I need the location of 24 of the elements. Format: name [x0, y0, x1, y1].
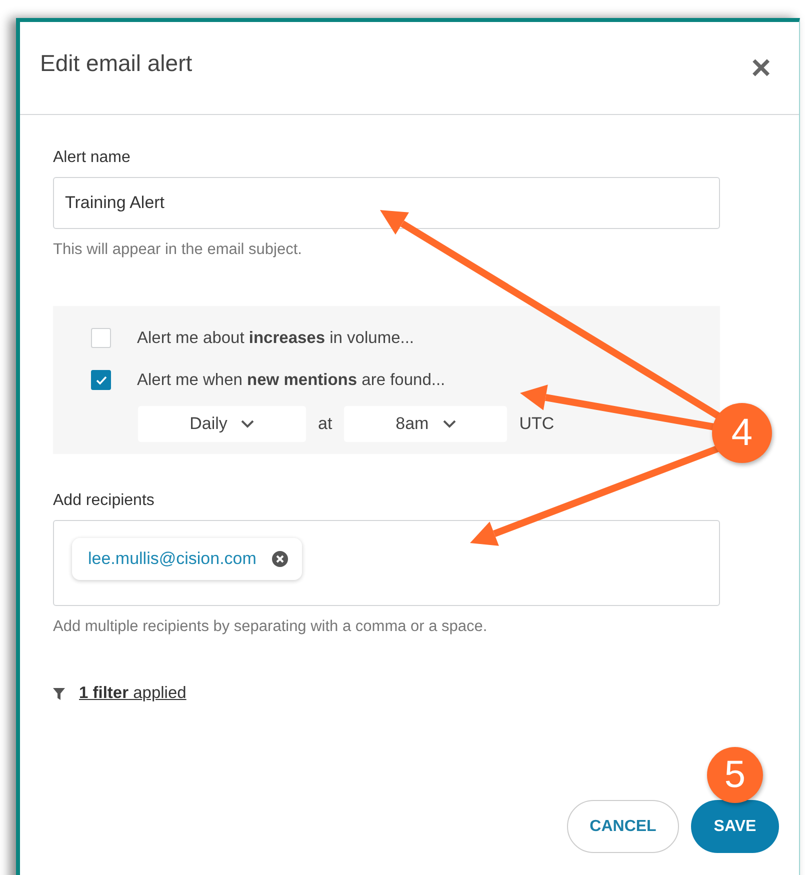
cancel-button[interactable]: CANCEL	[567, 800, 679, 853]
field-label: Add recipients	[53, 492, 156, 510]
chevron-icon	[442, 420, 456, 428]
checkbox[interactable]	[91, 370, 111, 390]
recipient-email: lee.mullis@cision.com	[88, 549, 256, 569]
alert-name-field[interactable]: Training Alert	[53, 177, 720, 229]
remove-icon[interactable]	[272, 551, 288, 567]
help-text: Add multiple recipients by separating with a comma or a space.	[53, 618, 488, 636]
filter-icon	[53, 688, 65, 700]
time-select[interactable]: 8am	[344, 406, 508, 442]
dialog-title: Edit email alert	[40, 50, 192, 76]
field-label: Alert name	[53, 149, 132, 167]
chevron-icon	[241, 420, 254, 428]
timezone-text: UTC	[519, 414, 554, 434]
help-text: This will appear in the email subject.	[53, 241, 303, 259]
connector-text: at	[318, 414, 332, 434]
frequency-select[interactable]: Daily	[138, 406, 306, 442]
option-label: Alert me when new mentions are found...	[137, 370, 446, 390]
save-button[interactable]: SAVE	[691, 800, 779, 853]
recipients-field[interactable]: lee.mullis@cision.com	[53, 520, 720, 606]
filter-link[interactable]: 1 filter applied	[79, 684, 186, 703]
option-label: Alert me about increases in volume...	[137, 328, 414, 348]
check-icon	[96, 376, 106, 384]
close-button[interactable]: ×	[751, 51, 771, 85]
